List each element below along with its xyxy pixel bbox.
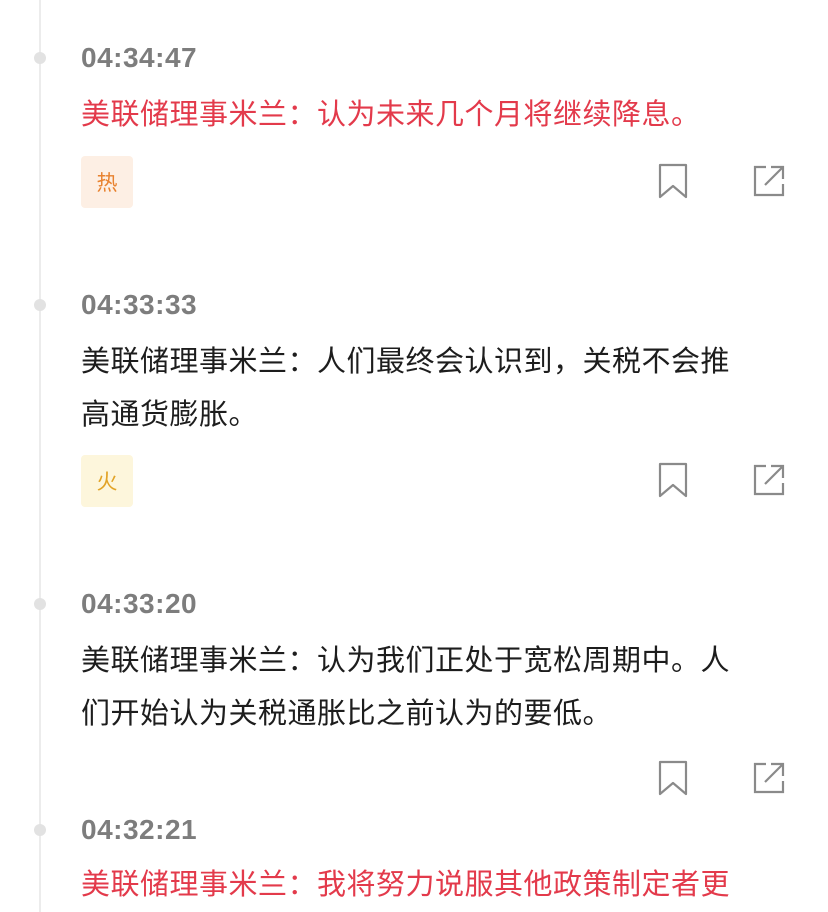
timeline-dot: [34, 52, 46, 64]
timeline-dot: [34, 299, 46, 311]
news-time: 04:34:47: [81, 42, 198, 73]
news-time: 04:33:20: [81, 588, 198, 619]
timeline-dot: [34, 824, 46, 836]
hot-tag: 热: [81, 156, 133, 208]
timeline-dot: [34, 598, 46, 610]
news-time: 04:32:21: [81, 814, 198, 845]
news-text-line2: 们开始认为关税通胀比之前认为的要低。: [81, 696, 613, 730]
fire-tag: 火: [81, 455, 133, 507]
news-time: 04:33:33: [81, 289, 198, 320]
news-text: 美联储理事米兰：人们最终会认识到，关税不会推: [81, 344, 731, 378]
bookmark-icon[interactable]: [655, 462, 691, 498]
share-icon[interactable]: [751, 462, 787, 498]
share-icon[interactable]: [751, 760, 787, 796]
bookmark-icon[interactable]: [655, 163, 691, 199]
bookmark-icon[interactable]: [655, 760, 691, 796]
news-text: 美联储理事米兰：我将努力说服其他政策制定者更: [81, 867, 731, 901]
news-text-line2: 高通货膨胀。: [81, 397, 259, 431]
share-icon[interactable]: [751, 163, 787, 199]
news-text: 美联储理事米兰：认为未来几个月将继续降息。: [81, 97, 701, 131]
timeline-line: [39, 0, 41, 912]
news-text: 美联储理事米兰：认为我们正处于宽松周期中。人: [81, 643, 731, 677]
